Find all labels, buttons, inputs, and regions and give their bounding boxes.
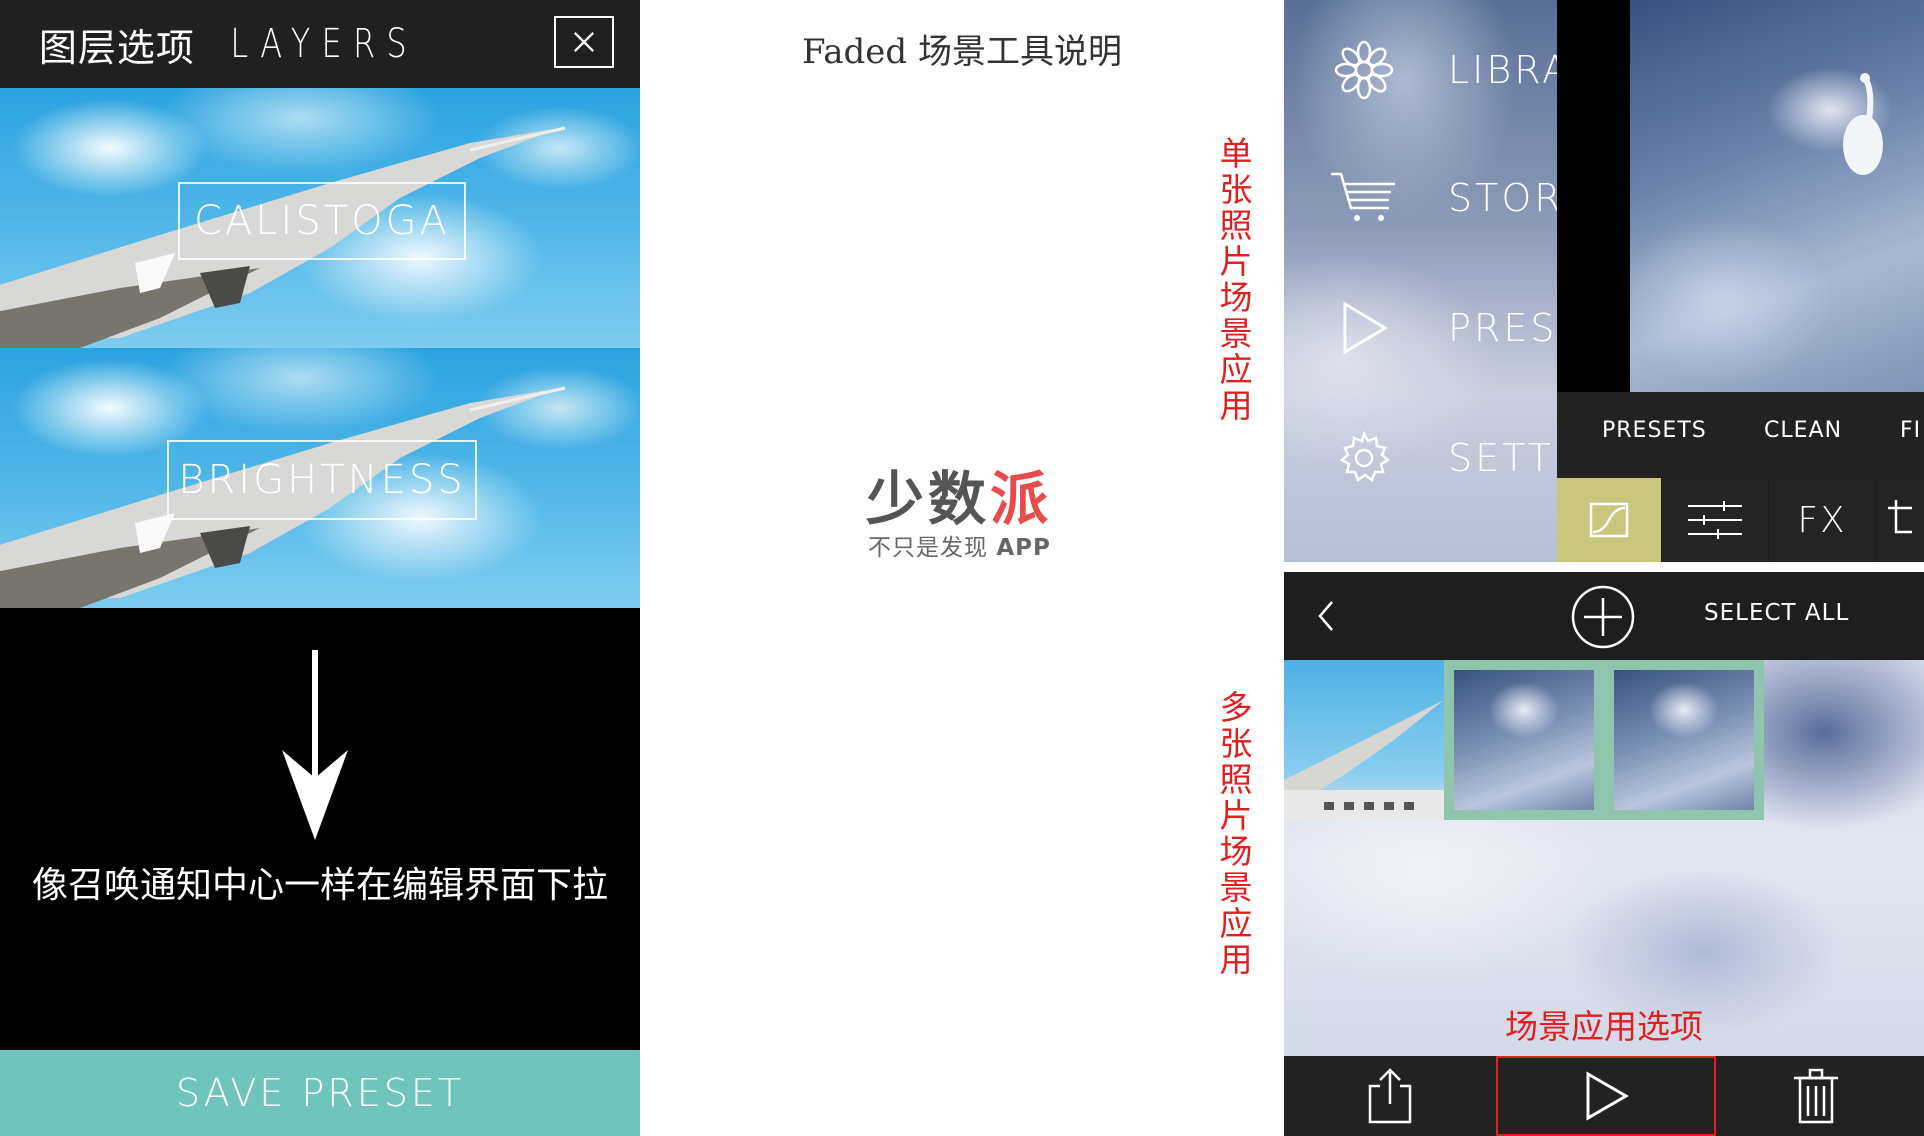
airplane-thumbnail [1284,700,1444,820]
crop-tool-button[interactable] [1876,478,1924,562]
save-preset-button[interactable]: SAVE PRESET [0,1050,640,1136]
page-title: Faded 场景工具说明 [801,32,1122,72]
trash-icon[interactable] [1788,1066,1844,1126]
add-button[interactable] [1570,584,1636,650]
curve-icon [1589,502,1629,538]
layer-label-calistoga: CALISTOGA [178,182,466,260]
scene-options-annotation: 场景应用选项 [1505,1007,1703,1046]
back-chevron-icon[interactable] [1312,598,1340,634]
down-arrow-icon [282,650,348,840]
logo-tagline-app: APP [996,535,1051,561]
layer-label-brightness: BRIGHTNESS [167,440,477,520]
close-button[interactable] [554,16,614,68]
logo-tagline-text: 不只是发现 [868,535,988,561]
logo-text-gray: 少数 [866,465,991,533]
share-icon[interactable] [1362,1066,1418,1126]
play-icon [1324,288,1404,368]
select-all-button[interactable]: SELECT ALL [1704,600,1904,636]
fx-tool-button[interactable]: FX [1769,478,1875,562]
single-photo-annotation: 单张照片场景应用 [1219,134,1253,425]
curve-tool-button[interactable] [1557,478,1661,562]
play-icon [1586,1071,1629,1121]
layers-title-en: LAYERS [230,21,418,67]
tab-fi[interactable]: FI [1900,418,1921,443]
swan-photo [1630,0,1924,392]
tab-presets[interactable]: PRESETS [1602,418,1707,443]
pull-down-hint: 像召唤通知中心一样在编辑界面下拉 [31,865,608,906]
flower-icon [1324,30,1404,110]
logo-text-red: 派 [990,465,1053,533]
layers-title-cn: 图层选项 [38,25,195,70]
layers-title: 图层选项 LAYERS [0,0,480,88]
multi-photo-annotation: 多张照片场景应用 [1219,688,1253,979]
menu-item-store[interactable]: STORE [1324,158,1591,238]
cart-icon [1324,158,1404,238]
layer-row-brightness[interactable]: BRIGHTNESS [0,348,640,608]
sliders-icon [1688,501,1742,539]
photo-thumbnail[interactable] [1284,660,1444,820]
tab-clean[interactable]: CLEAN [1764,418,1842,443]
logo-tagline: 不只是发现 APP [868,528,1068,561]
gear-icon [1324,418,1404,498]
site-logo: 少数派 [866,452,1066,533]
close-icon [573,31,595,53]
swan-figure [1843,73,1883,175]
apply-scene-button[interactable] [1496,1056,1716,1136]
layer-row-calistoga[interactable]: CALISTOGA [0,88,640,348]
crop-icon [1888,500,1912,534]
photo-thumbnail-selected[interactable] [1454,670,1594,810]
photo-thumbnail-selected[interactable] [1614,670,1754,810]
adjust-tool-button[interactable] [1662,478,1768,562]
